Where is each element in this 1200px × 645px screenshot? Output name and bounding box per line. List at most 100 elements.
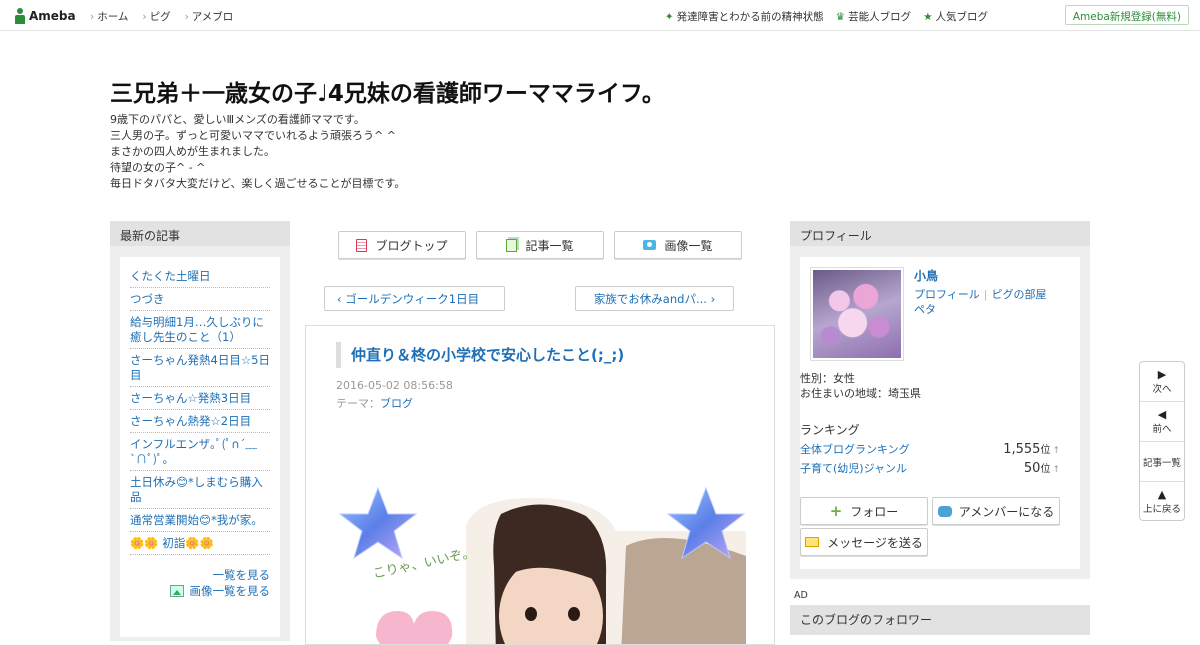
view-all-images-link[interactable]: 画像一覧を見る — [190, 584, 271, 598]
follow-label: フォロー — [850, 504, 899, 519]
star-icon: ★ — [923, 11, 933, 23]
top-link-popular[interactable]: ★ 人気ブログ — [923, 9, 988, 24]
follow-button[interactable]: + フォロー — [800, 497, 928, 525]
article-list-label: 記事一覧 — [525, 238, 574, 253]
amember-button[interactable]: アメンバーになる — [932, 497, 1060, 525]
side-nav-prev-label: 前へ — [1152, 423, 1172, 435]
entry-date: 2016-05-02 08:56:58 — [336, 379, 453, 392]
side-nav-back-to-top[interactable]: ▲ 上に戻る — [1140, 482, 1184, 522]
top-right-links: ✦ 発達障害とわかる前の精神状態 ♛ 芸能人ブログ ★ 人気ブログ — [665, 9, 988, 24]
description-line: 三人男の子。ずっと可愛いママでいれるよう頑張ろう^ ^ — [110, 129, 396, 142]
latest-articles-list: くたくた土曜日 つづき 給与明細1月…久しぶりに癒し先生のこと（1） さーちゃん… — [130, 265, 270, 555]
profile-name[interactable]: 小鳥 — [914, 267, 938, 284]
camera-icon — [643, 240, 657, 250]
photo-caption: こりゃ、いいぞ。 — [372, 546, 477, 582]
article-link[interactable]: 🌼🌼 初詣🌼🌼 — [130, 536, 214, 550]
article-link[interactable]: くたくた土曜日 — [130, 269, 211, 283]
amember-label: アメンバーになる — [958, 504, 1055, 519]
list-item: さーちゃん☆発熱3日目 — [130, 387, 270, 410]
more-links: 一覧を見る 画像一覧を見る — [130, 567, 270, 599]
article-link[interactable]: インフルエンザ｡ﾟ(ﾟ∩´﹏`∩ﾟ)ﾟ｡ — [130, 437, 257, 466]
side-nav-article-list[interactable]: 記事一覧 — [1140, 442, 1184, 482]
previous-article-button[interactable]: ‹ ゴールデンウィーク1日目 — [324, 286, 505, 311]
latest-articles-inner: くたくた土曜日 つづき 給与明細1月…久しぶりに癒し先生のこと（1） さーちゃん… — [120, 257, 280, 637]
entry-title[interactable]: 仲直り＆柊の小学校で安心したこと(;_;) — [336, 342, 624, 368]
article-link[interactable]: 通常営業開始😊*我が家。 — [130, 513, 263, 527]
floating-side-nav: ▶ 次へ ◀ 前へ 記事一覧 ▲ 上に戻る — [1139, 361, 1185, 521]
list-item: 通常営業開始😊*我が家。 — [130, 509, 270, 532]
description-line: まさかの四人めが生まれました。 — [110, 145, 275, 158]
send-message-button[interactable]: メッセージを送る — [800, 528, 928, 556]
arrow-up-icon: ↑ — [1052, 465, 1060, 475]
ranking-overall-link[interactable]: 全体ブログランキング — [800, 441, 910, 457]
blog-nav-buttons: ブログトップ 記事一覧 画像一覧 — [338, 231, 742, 259]
article-link[interactable]: 給与明細1月…久しぶりに癒し先生のこと（1） — [130, 315, 264, 344]
plus-icon: + — [829, 502, 843, 520]
side-nav-back-to-top-label: 上に戻る — [1142, 504, 1181, 515]
avatar[interactable] — [810, 267, 904, 361]
list-item: くたくた土曜日 — [130, 265, 270, 288]
entry-theme-link[interactable]: ブログ — [380, 397, 413, 410]
triangle-left-icon: ◀ — [1157, 407, 1167, 421]
top-nav-ameblo[interactable]: アメブロ — [185, 9, 233, 24]
image-gallery-icon — [169, 585, 184, 597]
list-item: 給与明細1月…久しぶりに癒し先生のこと（1） — [130, 311, 270, 349]
list-item: つづき — [130, 288, 270, 311]
article-link[interactable]: さーちゃん☆発熱3日目 — [130, 391, 251, 405]
article-link[interactable]: つづき — [130, 292, 165, 306]
list-item: さーちゃん熱発☆2日目 — [130, 410, 270, 433]
ranking-overall-value: 1,555位 ↑ — [1003, 441, 1060, 457]
side-nav-next-label: 次へ — [1152, 383, 1172, 395]
ameba-logo-icon — [14, 8, 26, 24]
previous-article-label: ゴールデンウィーク1日目 — [345, 291, 480, 306]
top-nav-pigg[interactable]: ピグ — [142, 9, 171, 24]
side-nav-article-list-label: 記事一覧 — [1142, 457, 1181, 469]
signup-button[interactable]: Ameba新規登録(無料) — [1064, 5, 1189, 25]
blog-top-button[interactable]: ブログトップ — [338, 231, 466, 259]
next-article-button[interactable]: 家族でお休みandパ... › — [575, 286, 734, 311]
article-link[interactable]: さーちゃん熱発☆2日目 — [130, 414, 251, 428]
heart-sticker — [376, 611, 453, 644]
list-item: 土日休み😊*しまむら購入品 — [130, 471, 270, 509]
blog-title[interactable]: 三兄弟＋一歳女の子♩4兄妹の看護師ワーママライフ。 — [110, 74, 665, 108]
top-link-celebrity[interactable]: ♛ 芸能人ブログ — [836, 9, 911, 24]
top-nav: ホーム ピグ アメブロ — [90, 9, 233, 24]
view-all-articles-link[interactable]: 一覧を見る — [213, 568, 271, 582]
chevron-left-icon: ‹ — [337, 291, 346, 306]
ranking-genre-value: 50位 ↑ — [1024, 460, 1060, 476]
chevron-right-icon: › — [706, 291, 716, 306]
article-link[interactable]: さーちゃん発熱4日目☆5日目 — [130, 353, 270, 382]
top-link-trend-label: 発達障害とわかる前の精神状態 — [676, 11, 824, 23]
article-entry: 仲直り＆柊の小学校で安心したこと(;_;) 2016-05-02 08:56:5… — [305, 325, 775, 645]
profile-link[interactable]: プロフィール — [914, 288, 980, 301]
top-nav-home[interactable]: ホーム — [90, 9, 128, 24]
entry-theme-label: テーマ： — [336, 397, 380, 410]
article-link[interactable]: 土日休み😊*しまむら購入品 — [130, 475, 263, 504]
entry-photo[interactable]: こりゃ、いいぞ。 — [336, 486, 746, 645]
top-link-popular-label: 人気ブログ — [935, 11, 989, 23]
mail-icon — [805, 537, 820, 547]
triangle-right-icon: ▶ — [1157, 367, 1167, 381]
ranking-row-genre: 子育て(幼児)ジャンル 50位 ↑ — [800, 460, 1060, 476]
link-separator: | — [983, 288, 988, 301]
list-item: 🌼🌼 初詣🌼🌼 — [130, 532, 270, 555]
top-bar: Ameba ホーム ピグ アメブロ ✦発達障害とわかる前の精神状態 ♛芸能人ブロ… — [0, 0, 1200, 31]
ameba-logo[interactable]: Ameba — [14, 7, 76, 25]
image-list-button[interactable]: 画像一覧 — [614, 231, 742, 259]
profile-region: お住まいの地域：埼玉県 — [800, 387, 921, 400]
pigg-room-link[interactable]: ピグの部屋 — [992, 288, 1047, 301]
profile-inner: 小鳥 プロフィール | ピグの部屋 ペタ 性別：女性 お住まいの地域：埼玉県 ランキ… — [800, 257, 1080, 569]
article-list-button[interactable]: 記事一覧 — [476, 231, 604, 259]
ranking-genre-unit: 位 — [1040, 464, 1051, 475]
profile-links: プロフィール | ピグの部屋 ペタ — [914, 287, 1064, 317]
list-item: さーちゃん発熱4日目☆5日目 — [130, 349, 270, 387]
blog-top-label: ブログトップ — [375, 238, 448, 253]
side-nav-next[interactable]: ▶ 次へ — [1140, 362, 1184, 402]
ranking-genre-link[interactable]: 子育て(幼児)ジャンル — [800, 460, 907, 476]
top-link-trend[interactable]: ✦ 発達障害とわかる前の精神状態 — [665, 9, 824, 24]
side-nav-prev[interactable]: ◀ 前へ — [1140, 402, 1184, 442]
peta-link[interactable]: ペタ — [914, 303, 936, 316]
profile-info: 性別：女性 お住まいの地域：埼玉県 — [800, 371, 921, 401]
blog-top-icon — [356, 238, 368, 252]
avatar-image — [813, 270, 901, 358]
